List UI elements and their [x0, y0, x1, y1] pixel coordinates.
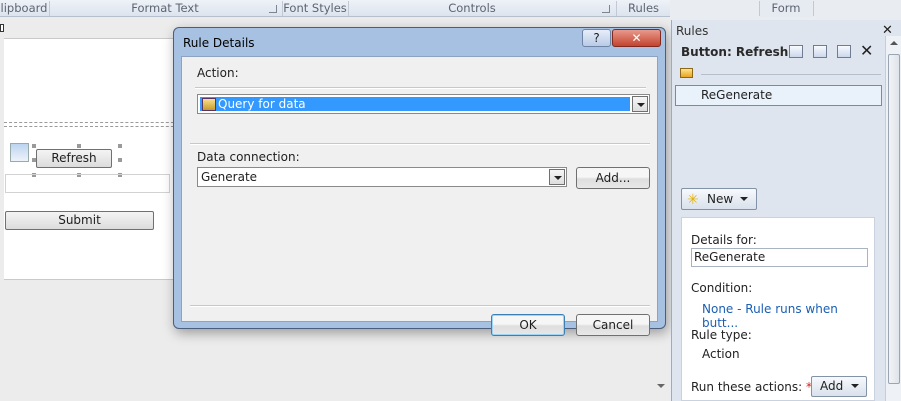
copy-all-rules-icon[interactable]: [813, 45, 827, 58]
divider: [190, 305, 650, 307]
run-actions-label-text: Run these actions:: [691, 380, 803, 394]
divider: [195, 87, 646, 89]
delete-rule-icon[interactable]: ✕: [860, 41, 873, 60]
chevron-down-icon[interactable]: [632, 96, 648, 112]
rule-type-value: Action: [702, 347, 740, 361]
controls-launcher-icon[interactable]: [602, 5, 610, 13]
close-button[interactable]: ✕: [612, 29, 661, 47]
data-connection-value: Generate: [201, 170, 258, 184]
data-connection-label: Data connection:: [197, 150, 300, 164]
selection-handle[interactable]: [77, 144, 81, 148]
format-text-launcher-icon[interactable]: [269, 5, 277, 13]
ribbon-group-bar: lipboard Format Text Font Styles Control…: [0, 0, 670, 17]
rules-pane-subtitle: Button: Refresh: [681, 45, 789, 59]
chevron-down-icon[interactable]: [549, 169, 565, 185]
selection-handle[interactable]: [118, 144, 122, 148]
ribbon-divider: [759, 1, 760, 16]
ribbon-group-rules: Rules: [627, 1, 660, 15]
details-for-label: Details for:: [691, 233, 757, 247]
dialog-body: Action: Query for data Data connection: …: [181, 56, 658, 336]
action-label-text: Action:: [197, 66, 239, 80]
rule-group-icon: [680, 68, 693, 78]
rules-list: ReGenerate: [675, 66, 884, 186]
ok-button[interactable]: OK: [491, 314, 565, 336]
rules-pane-title: Rules: [676, 24, 709, 38]
form-surface: Refresh Submit: [4, 38, 184, 280]
cancel-button[interactable]: Cancel: [576, 314, 650, 336]
scroll-up-icon[interactable]: [890, 41, 898, 45]
refresh-button[interactable]: Refresh: [36, 149, 112, 168]
sparkle-icon: ✳: [687, 192, 699, 208]
query-data-icon: [202, 98, 216, 111]
ribbon-group-font-styles: Font Styles: [283, 1, 347, 15]
add-connection-button[interactable]: Add...: [576, 167, 650, 189]
action-select-value: Query for data: [218, 97, 306, 111]
ribbon-group-form: Form: [760, 0, 812, 17]
help-button[interactable]: ?: [582, 29, 611, 47]
chevron-down-icon: [851, 384, 859, 388]
ribbon-group-format-text: Format Text: [131, 1, 199, 15]
ribbon-group-clipboard: lipboard: [0, 1, 48, 15]
divider: [190, 143, 650, 145]
rules-pane: Rules ✕ Button: Refresh ✕ ReGenerate ✳ N…: [671, 20, 901, 401]
data-connection-select[interactable]: Generate: [197, 167, 567, 187]
run-actions-label: Run these actions: *: [691, 380, 812, 394]
details-for-input[interactable]: ReGenerate: [691, 248, 868, 267]
dialog-title: Rule Details: [183, 36, 255, 50]
section-divider: [4, 122, 184, 123]
submit-button[interactable]: Submit: [5, 211, 154, 230]
add-action-button[interactable]: Add: [811, 376, 867, 397]
picture-control-icon[interactable]: [10, 143, 29, 162]
copy-rule-icon[interactable]: [789, 45, 803, 58]
scroll-thumb[interactable]: [888, 54, 900, 384]
rules-pane-scrollbar[interactable]: [885, 36, 901, 401]
new-rule-label: New: [707, 192, 734, 206]
ribbon-group-controls: Controls: [448, 1, 496, 15]
rule-details-dialog: Rule Details ? ✕ Action: Query for data …: [173, 27, 666, 336]
rule-type-label: Rule type:: [691, 328, 752, 342]
paste-rule-icon[interactable]: [837, 45, 851, 58]
divider: [701, 74, 881, 75]
ribbon-divider: [813, 1, 814, 16]
section-handle-icon[interactable]: [0, 24, 4, 32]
selection-handle[interactable]: [32, 144, 36, 148]
action-select[interactable]: Query for data: [197, 94, 650, 114]
rule-details-panel: Details for: ReGenerate Condition: None …: [681, 217, 875, 401]
rule-item-regenerate[interactable]: ReGenerate: [675, 85, 882, 106]
add-action-label: Add: [820, 379, 844, 393]
new-rule-button[interactable]: ✳ New: [681, 188, 757, 210]
condition-link[interactable]: None - Rule runs when butt...: [702, 302, 874, 330]
action-label: Action:: [197, 66, 239, 80]
scroll-down-icon[interactable]: [657, 384, 665, 388]
chevron-down-icon: [740, 197, 748, 201]
selection-handle[interactable]: [118, 158, 122, 162]
condition-label: Condition:: [691, 281, 753, 295]
text-box-field[interactable]: [5, 174, 170, 193]
section-divider: [4, 126, 184, 127]
